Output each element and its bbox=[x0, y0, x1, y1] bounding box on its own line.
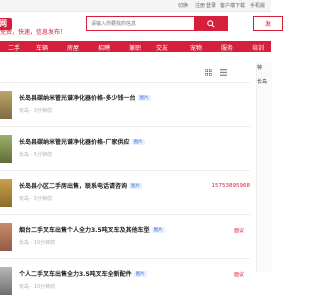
nav-item-jobs[interactable]: 招聘 bbox=[98, 43, 110, 52]
listing-meta: 长岛 · 5分钟前 bbox=[19, 196, 52, 202]
nav-item-housing[interactable]: 房屋 bbox=[67, 43, 79, 52]
nav-item-secondhand[interactable]: 二手 bbox=[8, 43, 20, 52]
image-badge: 图片 bbox=[129, 183, 143, 189]
listing-title[interactable]: 长岛县小区二手房出售，联系电话请咨询 图片 bbox=[19, 181, 143, 190]
nav-item-pets[interactable]: 宠物 bbox=[190, 43, 202, 52]
listing-thumbnail[interactable] bbox=[0, 179, 12, 207]
list-item[interactable]: 长岛县碳纳米管光谱净化器价格-厂家供应 图片 长岛 · 5分钟前 bbox=[0, 126, 250, 171]
top-link-register[interactable]: 注册 bbox=[195, 2, 205, 9]
image-badge: 图片 bbox=[151, 227, 165, 233]
listing-price: 面议 bbox=[233, 272, 244, 278]
top-link-mobile[interactable]: 手机版 bbox=[250, 2, 265, 9]
nav-item-services[interactable]: 服务 bbox=[221, 43, 233, 52]
listing-thumbnail[interactable] bbox=[0, 267, 12, 295]
top-link-login[interactable]: 登录 bbox=[206, 2, 216, 9]
top-link-switch[interactable]: 切换 bbox=[178, 2, 188, 9]
post-button[interactable]: 发 bbox=[253, 16, 283, 31]
sidebar-link[interactable]: 长岛 bbox=[257, 78, 267, 85]
listing-thumbnail[interactable] bbox=[0, 91, 12, 119]
image-badge: 图片 bbox=[137, 95, 151, 101]
nav-item-dating[interactable]: 交友 bbox=[156, 43, 168, 52]
nav-item-vehicles[interactable]: 车辆 bbox=[36, 43, 48, 52]
listing-title[interactable]: 个人二手叉车出售全力3.5吨叉车全新配件 图片 bbox=[19, 269, 147, 278]
listing-phone[interactable]: 15753895968 bbox=[212, 183, 251, 189]
search-box bbox=[86, 16, 196, 31]
listing-title[interactable]: 烟台二手叉车出售个人全力3.5吨叉车及其他车型 图片 bbox=[19, 225, 165, 234]
listing-title[interactable]: 长岛县碳纳米管光谱净化器价格-厂家供应 图片 bbox=[19, 137, 145, 146]
sidebar-title: 特 bbox=[257, 65, 263, 71]
search-button[interactable] bbox=[194, 16, 228, 31]
top-bar: 切换 注册 登录 客户端下载 手机版 bbox=[0, 0, 271, 12]
nav-item-parttime[interactable]: 兼职 bbox=[129, 43, 141, 52]
search-icon bbox=[207, 19, 215, 28]
listing-meta: 长岛 · 5分钟前 bbox=[19, 152, 52, 158]
search-input[interactable] bbox=[87, 17, 195, 30]
list-item[interactable]: 长岛县碳纳米管光谱净化器价格-多少钱一台 图片 长岛 · 3分钟前 bbox=[0, 82, 250, 127]
top-link-app[interactable]: 客户端下载 bbox=[220, 2, 245, 9]
logo-slogan: 免费，快速，信息发布！ bbox=[0, 29, 67, 36]
listing-meta: 长岛 · 10分钟前 bbox=[19, 284, 56, 290]
main-nav: 二手 车辆 房屋 招聘 兼职 交友 宠物 服务 培训 bbox=[0, 41, 271, 52]
listing-price: 面议 bbox=[233, 228, 244, 234]
listing-meta: 长岛 · 10分钟前 bbox=[19, 240, 56, 246]
sidebar: 特 长岛 bbox=[256, 62, 272, 272]
view-toolbar bbox=[0, 69, 250, 80]
listing-thumbnail[interactable] bbox=[0, 135, 12, 163]
list-item[interactable]: 个人二手叉车出售全力3.5吨叉车全新配件 图片 长岛 · 10分钟前 面议 bbox=[0, 258, 250, 303]
image-badge: 图片 bbox=[131, 139, 145, 145]
grid-view-icon[interactable] bbox=[205, 69, 212, 76]
nav-item-training[interactable]: 培训 bbox=[252, 43, 264, 52]
list-item[interactable]: 长岛县小区二手房出售，联系电话请咨询 图片 长岛 · 5分钟前 157538959… bbox=[0, 170, 250, 215]
listing-meta: 长岛 · 3分钟前 bbox=[19, 108, 52, 114]
list-view-icon[interactable] bbox=[220, 69, 227, 76]
listing-thumbnail[interactable] bbox=[0, 223, 12, 251]
list-item[interactable]: 烟台二手叉车出售个人全力3.5吨叉车及其他车型 图片 长岛 · 10分钟前 面议 bbox=[0, 214, 250, 259]
listing-title[interactable]: 长岛县碳纳米管光谱净化器价格-多少钱一台 图片 bbox=[19, 93, 151, 102]
